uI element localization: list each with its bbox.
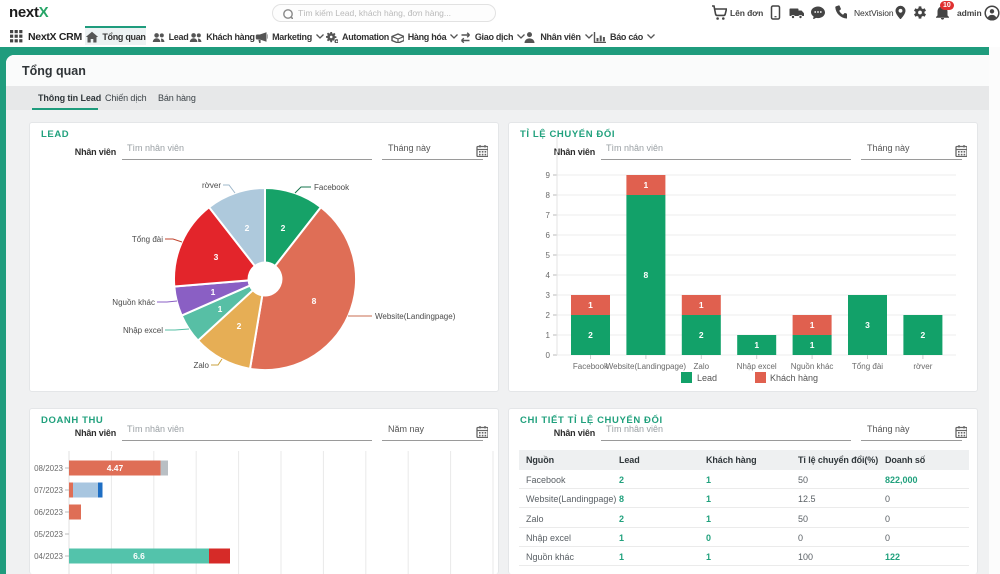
svg-text:1: 1: [810, 340, 815, 350]
svg-text:08/2023: 08/2023: [34, 464, 63, 473]
svg-text:5: 5: [546, 251, 551, 260]
svg-text:Website(Landingpage): Website(Landingpage): [606, 362, 687, 371]
svg-text:7: 7: [546, 211, 551, 220]
svg-text:Facebook: Facebook: [314, 183, 350, 192]
svg-text:1: 1: [588, 300, 593, 310]
svg-text:07/2023: 07/2023: [34, 486, 63, 495]
svg-text:3: 3: [214, 252, 219, 262]
svg-text:2: 2: [699, 330, 704, 340]
svg-text:9: 9: [546, 171, 551, 180]
svg-text:2: 2: [588, 330, 593, 340]
svg-text:05/2023: 05/2023: [34, 530, 63, 539]
svg-text:rờver: rờver: [202, 181, 221, 190]
svg-text:3: 3: [546, 291, 551, 300]
svg-text:Tổng đài: Tổng đài: [132, 235, 163, 244]
svg-text:2: 2: [546, 311, 551, 320]
svg-text:2: 2: [237, 321, 242, 331]
svg-text:Khách hàng: Khách hàng: [770, 373, 818, 383]
svg-text:2: 2: [281, 223, 286, 233]
svg-text:04/2023: 04/2023: [34, 552, 63, 561]
svg-text:1: 1: [644, 180, 649, 190]
svg-text:8: 8: [312, 296, 317, 306]
svg-text:1: 1: [699, 300, 704, 310]
svg-text:6: 6: [546, 231, 551, 240]
svg-text:Zalo: Zalo: [193, 361, 209, 370]
svg-text:6.6: 6.6: [133, 551, 145, 561]
svg-text:Nguồn khác: Nguồn khác: [791, 362, 834, 371]
svg-text:2: 2: [245, 223, 250, 233]
svg-text:4.47: 4.47: [107, 463, 124, 473]
svg-text:Lead: Lead: [697, 373, 717, 383]
svg-text:Tổng đài: Tổng đài: [852, 362, 883, 371]
svg-text:Nhập excel: Nhập excel: [737, 362, 777, 371]
svg-text:06/2023: 06/2023: [34, 508, 63, 517]
svg-text:1: 1: [754, 340, 759, 350]
svg-text:Zalo: Zalo: [694, 362, 710, 371]
svg-text:Nhập excel: Nhập excel: [123, 326, 163, 335]
svg-text:2: 2: [921, 330, 926, 340]
svg-text:1: 1: [211, 287, 216, 297]
svg-text:Nguồn khác: Nguồn khác: [112, 298, 155, 307]
svg-text:Website(Landingpage): Website(Landingpage): [375, 312, 456, 321]
svg-text:1: 1: [810, 320, 815, 330]
svg-text:rờver: rờver: [913, 362, 932, 371]
svg-text:1: 1: [218, 304, 223, 314]
svg-text:8: 8: [644, 270, 649, 280]
svg-text:8: 8: [546, 191, 551, 200]
svg-text:0: 0: [546, 351, 551, 360]
svg-text:4: 4: [546, 271, 551, 280]
svg-text:Facebook: Facebook: [573, 362, 609, 371]
svg-text:1: 1: [546, 331, 551, 340]
svg-text:3: 3: [865, 320, 870, 330]
